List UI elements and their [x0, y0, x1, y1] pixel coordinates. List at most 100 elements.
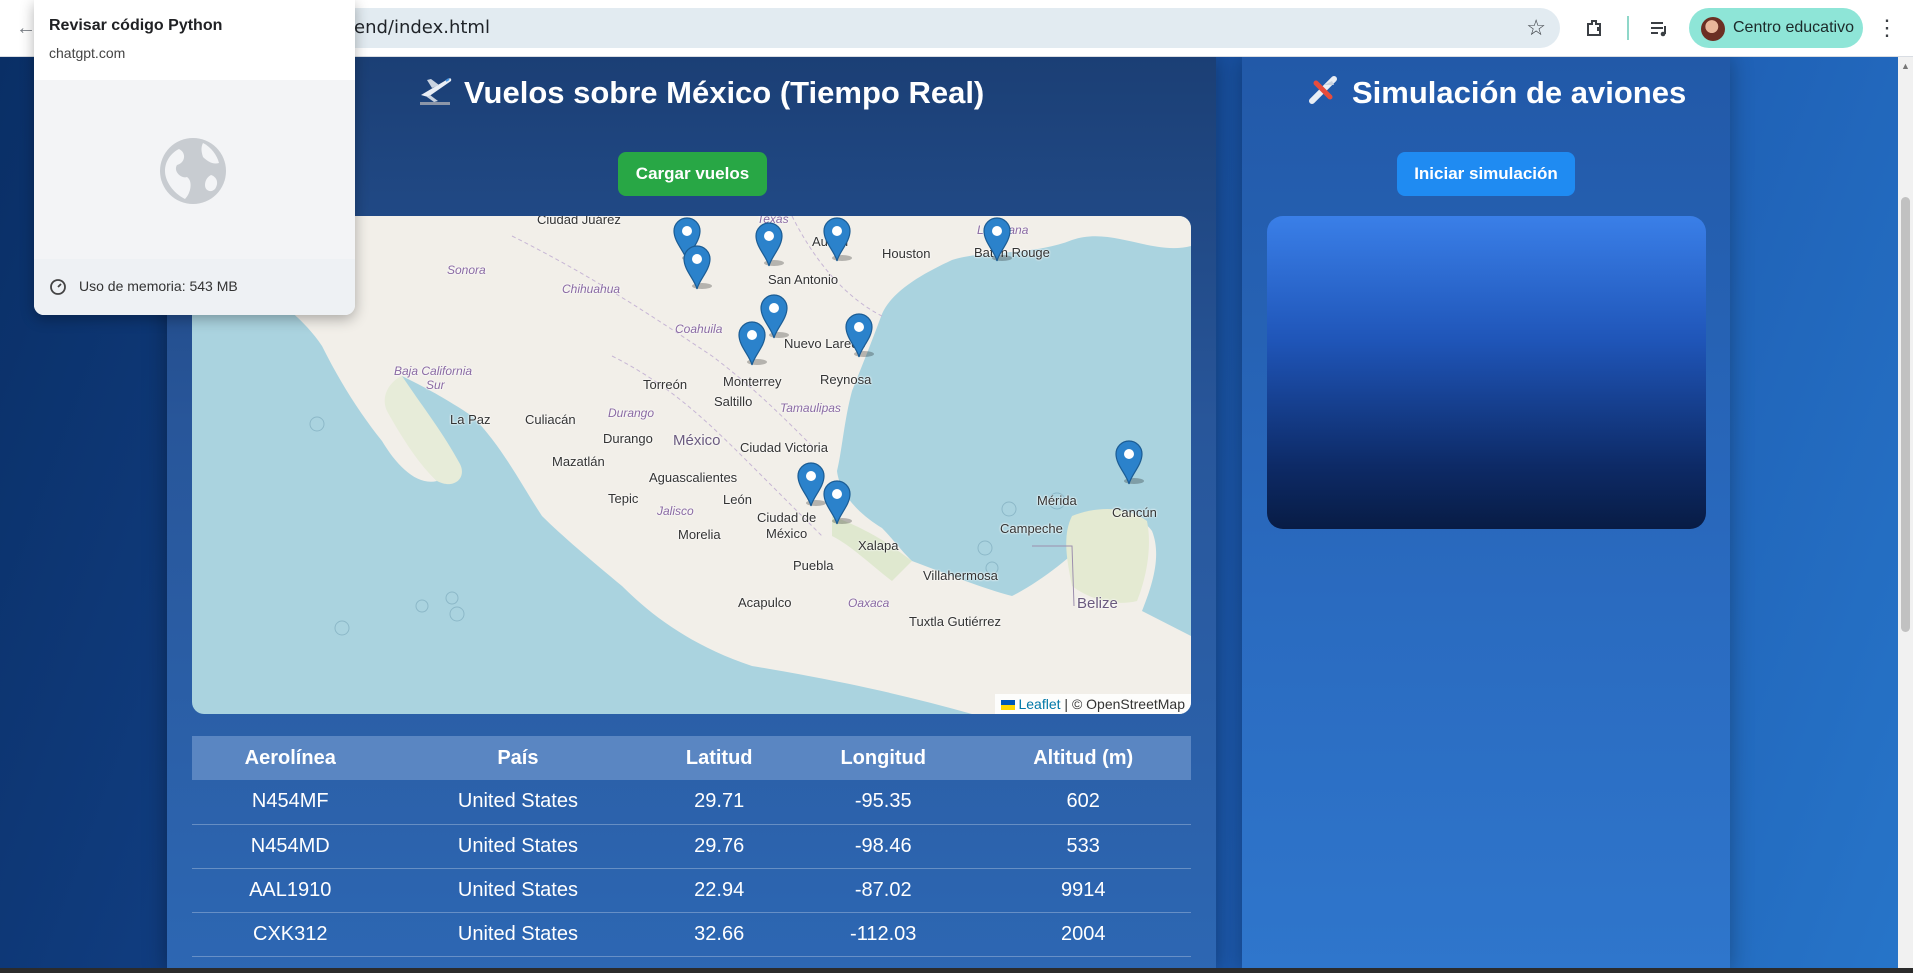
map-pin-icon[interactable]: [844, 312, 874, 358]
table-row: CXK312 United States 32.66 -112.03 2004: [192, 912, 1191, 957]
map-label: Campeche: [1000, 521, 1063, 536]
avatar: [1701, 17, 1725, 41]
table-cell: United States: [388, 780, 648, 825]
map-label: Coahuila: [675, 322, 723, 336]
map-pin-icon[interactable]: [822, 216, 852, 262]
map-label: Baja California: [394, 364, 473, 378]
map-label: Xalapa: [858, 538, 899, 553]
map-label: Culiacán: [525, 412, 576, 427]
map-label: Puebla: [793, 558, 834, 573]
table-cell: -98.46: [791, 824, 976, 869]
table-cell: 29.76: [647, 824, 792, 869]
url-text[interactable]: end/index.html: [354, 8, 490, 48]
toolbar-divider: [1627, 16, 1629, 40]
simulation-title-text: Simulación de aviones: [1352, 75, 1687, 110]
table-cell: -112.03: [791, 912, 976, 957]
column-header: Latitud: [647, 736, 792, 780]
map-pin-icon[interactable]: [822, 479, 852, 525]
attribution-text: | © OpenStreetMap: [1064, 696, 1185, 712]
tab-hover-card: Revisar código Python chatgpt.com Uso de…: [34, 0, 355, 315]
map-label: Tepic: [608, 491, 639, 506]
map-label: Chihuahua: [562, 282, 621, 296]
map-label: Cancún: [1112, 505, 1157, 520]
star-icon[interactable]: ☆: [1526, 8, 1546, 48]
map-label: Morelia: [678, 527, 721, 542]
table-cell: CXK312: [192, 912, 389, 957]
table-row: N454MF United States 29.71 -95.35 602: [192, 780, 1191, 825]
map-label: Durango: [603, 431, 653, 446]
map-label: Ciudad de: [757, 510, 817, 525]
map-label: Aguascalientes: [649, 470, 738, 485]
table-cell: 32.66: [647, 912, 792, 957]
profile-label: Centro educativo: [1733, 19, 1854, 36]
map-pin-icon[interactable]: [682, 244, 712, 290]
flights-panel-title: Vuelos sobre México (Tiempo Real): [418, 73, 984, 111]
page-scrollbar[interactable]: ▲: [1898, 57, 1913, 973]
globe-icon: [160, 138, 226, 204]
map-label: Belize: [1077, 595, 1118, 612]
map-label: Jalisco: [657, 504, 694, 518]
simulation-canvas[interactable]: [1267, 216, 1706, 529]
table-cell: 29.71: [647, 780, 792, 825]
map-label: Oaxaca: [848, 596, 890, 610]
window-bottom-edge: [0, 968, 1913, 973]
table-cell: United States: [388, 824, 648, 869]
map-pin-icon[interactable]: [737, 320, 767, 366]
column-header: País: [388, 736, 648, 780]
flights-title-text: Vuelos sobre México (Tiempo Real): [464, 75, 985, 110]
table-row: AAL1910 United States 22.94 -87.02 9914: [192, 868, 1191, 913]
table-cell: 2004: [975, 912, 1191, 957]
table-cell: 9914: [975, 868, 1191, 913]
table-cell: 22.94: [647, 868, 792, 913]
table-header-row: Aerolínea País Latitud Longitud Altitud …: [192, 736, 1191, 780]
leaflet-link[interactable]: Leaflet: [1018, 696, 1060, 712]
memory-usage-text: Uso de memoria: 543 MB: [79, 278, 238, 294]
flights-table: Aerolínea País Latitud Longitud Altitud …: [192, 736, 1191, 957]
table-cell: United States: [388, 912, 648, 957]
map-label: Saltillo: [714, 394, 753, 409]
table-cell: 602: [975, 780, 1191, 825]
column-header: Longitud: [791, 736, 976, 780]
table-cell: N454MD: [192, 824, 389, 869]
column-header: Aerolínea: [192, 736, 389, 780]
extensions-icon[interactable]: [1579, 12, 1611, 44]
map-label: Houston: [882, 246, 931, 261]
memory-footer: Uso de memoria: 543 MB: [34, 259, 355, 315]
map-pin-icon[interactable]: [1114, 439, 1144, 485]
map-label: Mazatlán: [552, 454, 605, 469]
tab-host: chatgpt.com: [49, 45, 126, 61]
profile-button[interactable]: Centro educativo: [1689, 8, 1863, 48]
map-pin-icon[interactable]: [754, 221, 784, 267]
scroll-up-arrow-icon[interactable]: ▲: [1901, 61, 1910, 71]
map-label: Reynosa: [820, 372, 872, 387]
start-simulation-button[interactable]: Iniciar simulación: [1397, 152, 1575, 196]
scroll-thumb[interactable]: [1901, 197, 1910, 632]
map-label: Ciudad Juárez: [537, 216, 621, 227]
map-label: San Antonio: [768, 272, 839, 287]
load-flights-button[interactable]: Cargar vuelos: [618, 152, 767, 196]
map-label: Torreón: [643, 377, 688, 392]
map-attribution: Leaflet | © OpenStreetMap: [995, 694, 1191, 714]
map-label: Sur: [426, 378, 445, 392]
map-label: Villahermosa: [923, 568, 998, 583]
map-label: La Paz: [450, 412, 491, 427]
tab-preview: [34, 80, 355, 259]
map-label: Monterrey: [723, 374, 782, 389]
column-header: Altitud (m): [975, 736, 1191, 780]
map-label: Durango: [608, 406, 655, 420]
map-label: Ciudad Victoria: [740, 440, 828, 455]
ukraine-flag-icon: [1001, 700, 1016, 710]
map-label: Sonora: [447, 263, 486, 277]
map-pin-icon[interactable]: [982, 216, 1012, 262]
crossed-airplane-icon: [1309, 76, 1337, 104]
table-row: N454MD United States 29.76 -98.46 533: [192, 824, 1191, 869]
table-cell: United States: [388, 868, 648, 913]
map-label: México: [766, 526, 808, 541]
speedometer-icon: [50, 279, 66, 295]
table-cell: N454MF: [192, 780, 389, 825]
kebab-menu-icon[interactable]: ⋮: [1874, 12, 1900, 44]
departure-airplane-icon: [420, 78, 452, 105]
simulation-panel-title: Simulación de aviones: [1306, 73, 1686, 111]
tab-title: Revisar código Python: [49, 17, 223, 34]
media-queue-icon[interactable]: [1643, 12, 1675, 44]
